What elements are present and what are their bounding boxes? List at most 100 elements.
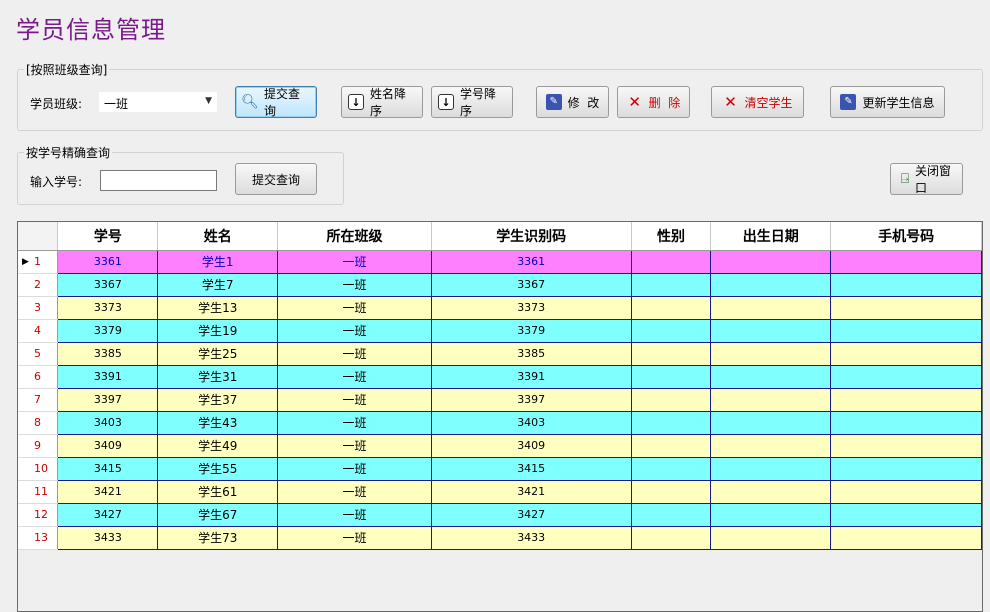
table-row[interactable]: 7 3397 学生37 一班 3397 <box>18 388 982 412</box>
cell-birth[interactable] <box>710 526 832 550</box>
row-header[interactable]: 9 <box>18 434 59 458</box>
cell-phone[interactable] <box>830 273 982 297</box>
cell-gender[interactable] <box>631 503 712 527</box>
table-row[interactable]: 3 3373 学生13 一班 3373 <box>18 296 982 320</box>
cell-code[interactable]: 3403 <box>431 411 632 435</box>
cell-code[interactable]: 3391 <box>431 365 632 389</box>
cell-name[interactable]: 学生73 <box>157 526 279 550</box>
cell-phone[interactable] <box>830 457 982 481</box>
cell-birth[interactable] <box>710 273 832 297</box>
cell-birth[interactable] <box>710 250 832 274</box>
column-header[interactable]: 姓名 <box>157 222 279 251</box>
row-header[interactable]: 5 <box>18 342 59 366</box>
cell-phone[interactable] <box>830 503 982 527</box>
student-id-input[interactable] <box>100 170 217 191</box>
cell-class[interactable]: 一班 <box>277 342 432 366</box>
cell-gender[interactable] <box>631 434 712 458</box>
cell-name[interactable]: 学生1 <box>157 250 279 274</box>
cell-class[interactable]: 一班 <box>277 365 432 389</box>
cell-gender[interactable] <box>631 296 712 320</box>
cell-gender[interactable] <box>631 319 712 343</box>
cell-phone[interactable] <box>830 526 982 550</box>
cell-id[interactable]: 3373 <box>57 296 159 320</box>
cell-code[interactable]: 3427 <box>431 503 632 527</box>
cell-code[interactable]: 3409 <box>431 434 632 458</box>
cell-code[interactable]: 3385 <box>431 342 632 366</box>
cell-code[interactable]: 3367 <box>431 273 632 297</box>
cell-phone[interactable] <box>830 296 982 320</box>
cell-code[interactable]: 3361 <box>431 250 632 274</box>
table-row[interactable]: 8 3403 学生43 一班 3403 <box>18 411 982 435</box>
update-info-button[interactable]: ✎ 更新学生信息 <box>830 86 945 118</box>
cell-gender[interactable] <box>631 342 712 366</box>
cell-name[interactable]: 学生49 <box>157 434 279 458</box>
cell-class[interactable]: 一班 <box>277 296 432 320</box>
name-desc-button[interactable]: ↓ 姓名降序 <box>341 86 423 118</box>
cell-phone[interactable] <box>830 319 982 343</box>
row-header[interactable]: 8 <box>18 411 59 435</box>
table-row[interactable]: 13 3433 学生73 一班 3433 <box>18 526 982 550</box>
close-window-button[interactable]: ⍈ 关闭窗口 <box>890 163 963 195</box>
cell-birth[interactable] <box>710 388 832 412</box>
cell-name[interactable]: 学生25 <box>157 342 279 366</box>
class-select[interactable]: 一班 ▼ <box>99 92 217 112</box>
id-submit-query-button[interactable]: 提交查询 <box>235 163 317 195</box>
cell-class[interactable]: 一班 <box>277 250 432 274</box>
cell-gender[interactable] <box>631 365 712 389</box>
edit-button[interactable]: ✎ 修 改 <box>536 86 609 118</box>
row-header[interactable]: 2 <box>18 273 59 297</box>
clear-students-button[interactable]: ✕ 清空学生 <box>711 86 804 118</box>
row-header[interactable]: 12 <box>18 503 59 527</box>
cell-name[interactable]: 学生7 <box>157 273 279 297</box>
table-row[interactable]: 9 3409 学生49 一班 3409 <box>18 434 982 458</box>
cell-gender[interactable] <box>631 411 712 435</box>
table-row[interactable]: 12 3427 学生67 一班 3427 <box>18 503 982 527</box>
cell-class[interactable]: 一班 <box>277 411 432 435</box>
cell-name[interactable]: 学生43 <box>157 411 279 435</box>
cell-id[interactable]: 3385 <box>57 342 159 366</box>
cell-phone[interactable] <box>830 434 982 458</box>
cell-birth[interactable] <box>710 342 832 366</box>
cell-birth[interactable] <box>710 503 832 527</box>
cell-id[interactable]: 3361 <box>57 250 159 274</box>
cell-id[interactable]: 3415 <box>57 457 159 481</box>
cell-birth[interactable] <box>710 434 832 458</box>
cell-birth[interactable] <box>710 365 832 389</box>
column-header[interactable]: 学生识别码 <box>431 222 632 251</box>
cell-id[interactable]: 3409 <box>57 434 159 458</box>
submit-query-button[interactable]: 🔍︎ 提交查询 <box>235 86 317 118</box>
cell-phone[interactable] <box>830 342 982 366</box>
cell-name[interactable]: 学生67 <box>157 503 279 527</box>
cell-phone[interactable] <box>830 388 982 412</box>
id-desc-button[interactable]: ↓ 学号降序 <box>431 86 513 118</box>
table-row[interactable]: 2 3367 学生7 一班 3367 <box>18 273 982 297</box>
cell-birth[interactable] <box>710 411 832 435</box>
table-row[interactable]: 6 3391 学生31 一班 3391 <box>18 365 982 389</box>
cell-name[interactable]: 学生37 <box>157 388 279 412</box>
cell-gender[interactable] <box>631 457 712 481</box>
cell-id[interactable]: 3427 <box>57 503 159 527</box>
cell-id[interactable]: 3433 <box>57 526 159 550</box>
cell-class[interactable]: 一班 <box>277 503 432 527</box>
table-row[interactable]: 4 3379 学生19 一班 3379 <box>18 319 982 343</box>
cell-phone[interactable] <box>830 480 982 504</box>
cell-gender[interactable] <box>631 250 712 274</box>
cell-class[interactable]: 一班 <box>277 388 432 412</box>
row-header[interactable]: 7 <box>18 388 59 412</box>
cell-code[interactable]: 3421 <box>431 480 632 504</box>
column-header[interactable]: 手机号码 <box>830 222 982 251</box>
cell-code[interactable]: 3379 <box>431 319 632 343</box>
cell-gender[interactable] <box>631 526 712 550</box>
cell-id[interactable]: 3391 <box>57 365 159 389</box>
cell-name[interactable]: 学生19 <box>157 319 279 343</box>
row-header[interactable]: 10 <box>18 457 59 481</box>
row-header[interactable]: 11 <box>18 480 59 504</box>
table-row[interactable]: 5 3385 学生25 一班 3385 <box>18 342 982 366</box>
cell-gender[interactable] <box>631 480 712 504</box>
cell-name[interactable]: 学生55 <box>157 457 279 481</box>
cell-birth[interactable] <box>710 480 832 504</box>
table-row[interactable]: ▶ 1 3361 学生1 一班 3361 <box>18 250 982 274</box>
row-header[interactable]: 6 <box>18 365 59 389</box>
table-row[interactable]: 10 3415 学生55 一班 3415 <box>18 457 982 481</box>
cell-class[interactable]: 一班 <box>277 526 432 550</box>
